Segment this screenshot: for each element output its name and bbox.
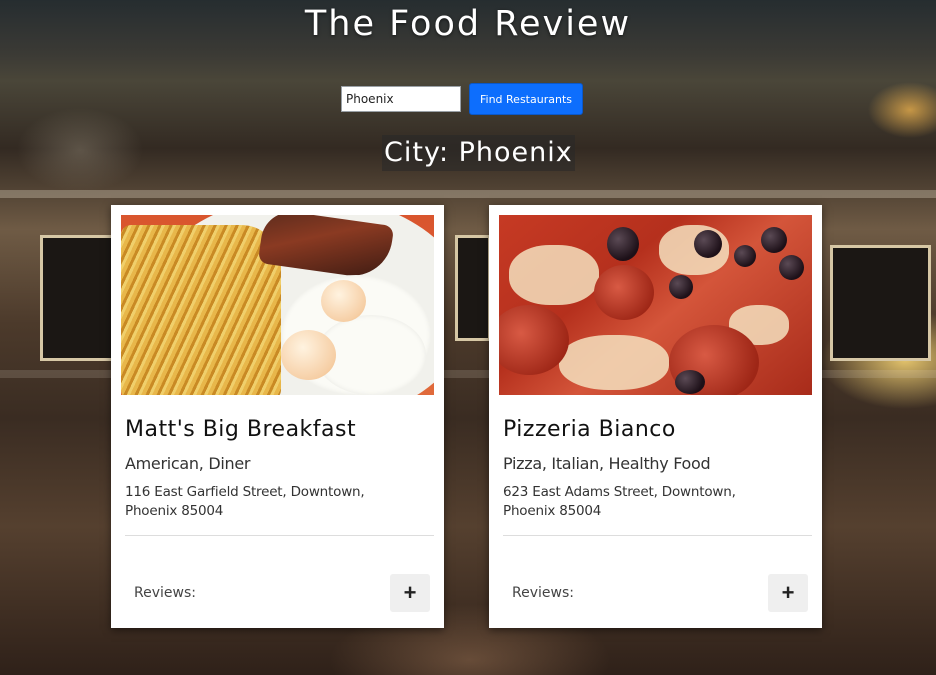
restaurant-image: [121, 215, 434, 395]
city-heading: City: Phoenix: [382, 135, 575, 171]
card-footer: Reviews: +: [499, 573, 808, 613]
city-search-input[interactable]: [341, 86, 461, 112]
restaurant-card: Pizzeria Bianco Pizza, Italian, Healthy …: [489, 205, 822, 628]
add-review-button[interactable]: +: [390, 574, 430, 612]
restaurant-address: 116 East Garfield Street, Downtown, Phoe…: [125, 484, 365, 519]
page-title: The Food Review: [304, 4, 632, 44]
add-review-button[interactable]: +: [768, 574, 808, 612]
restaurant-card: Matt's Big Breakfast American, Diner 116…: [111, 205, 444, 628]
restaurant-categories: American, Diner: [125, 454, 251, 473]
restaurant-categories: Pizza, Italian, Healthy Food: [503, 454, 711, 473]
restaurant-name: Matt's Big Breakfast: [125, 417, 357, 442]
restaurant-name: Pizzeria Bianco: [503, 417, 676, 442]
search-bar: Find Restaurants: [341, 83, 583, 115]
restaurant-image: [499, 215, 812, 395]
card-divider: [125, 535, 434, 536]
plus-icon: +: [403, 580, 417, 605]
card-footer: Reviews: +: [121, 573, 430, 613]
restaurant-address: 623 East Adams Street, Downtown, Phoenix…: [503, 484, 736, 519]
reviews-label: Reviews:: [512, 585, 574, 601]
reviews-label: Reviews:: [134, 585, 196, 601]
plus-icon: +: [781, 580, 795, 605]
card-divider: [503, 535, 812, 536]
find-restaurants-button[interactable]: Find Restaurants: [469, 83, 583, 115]
